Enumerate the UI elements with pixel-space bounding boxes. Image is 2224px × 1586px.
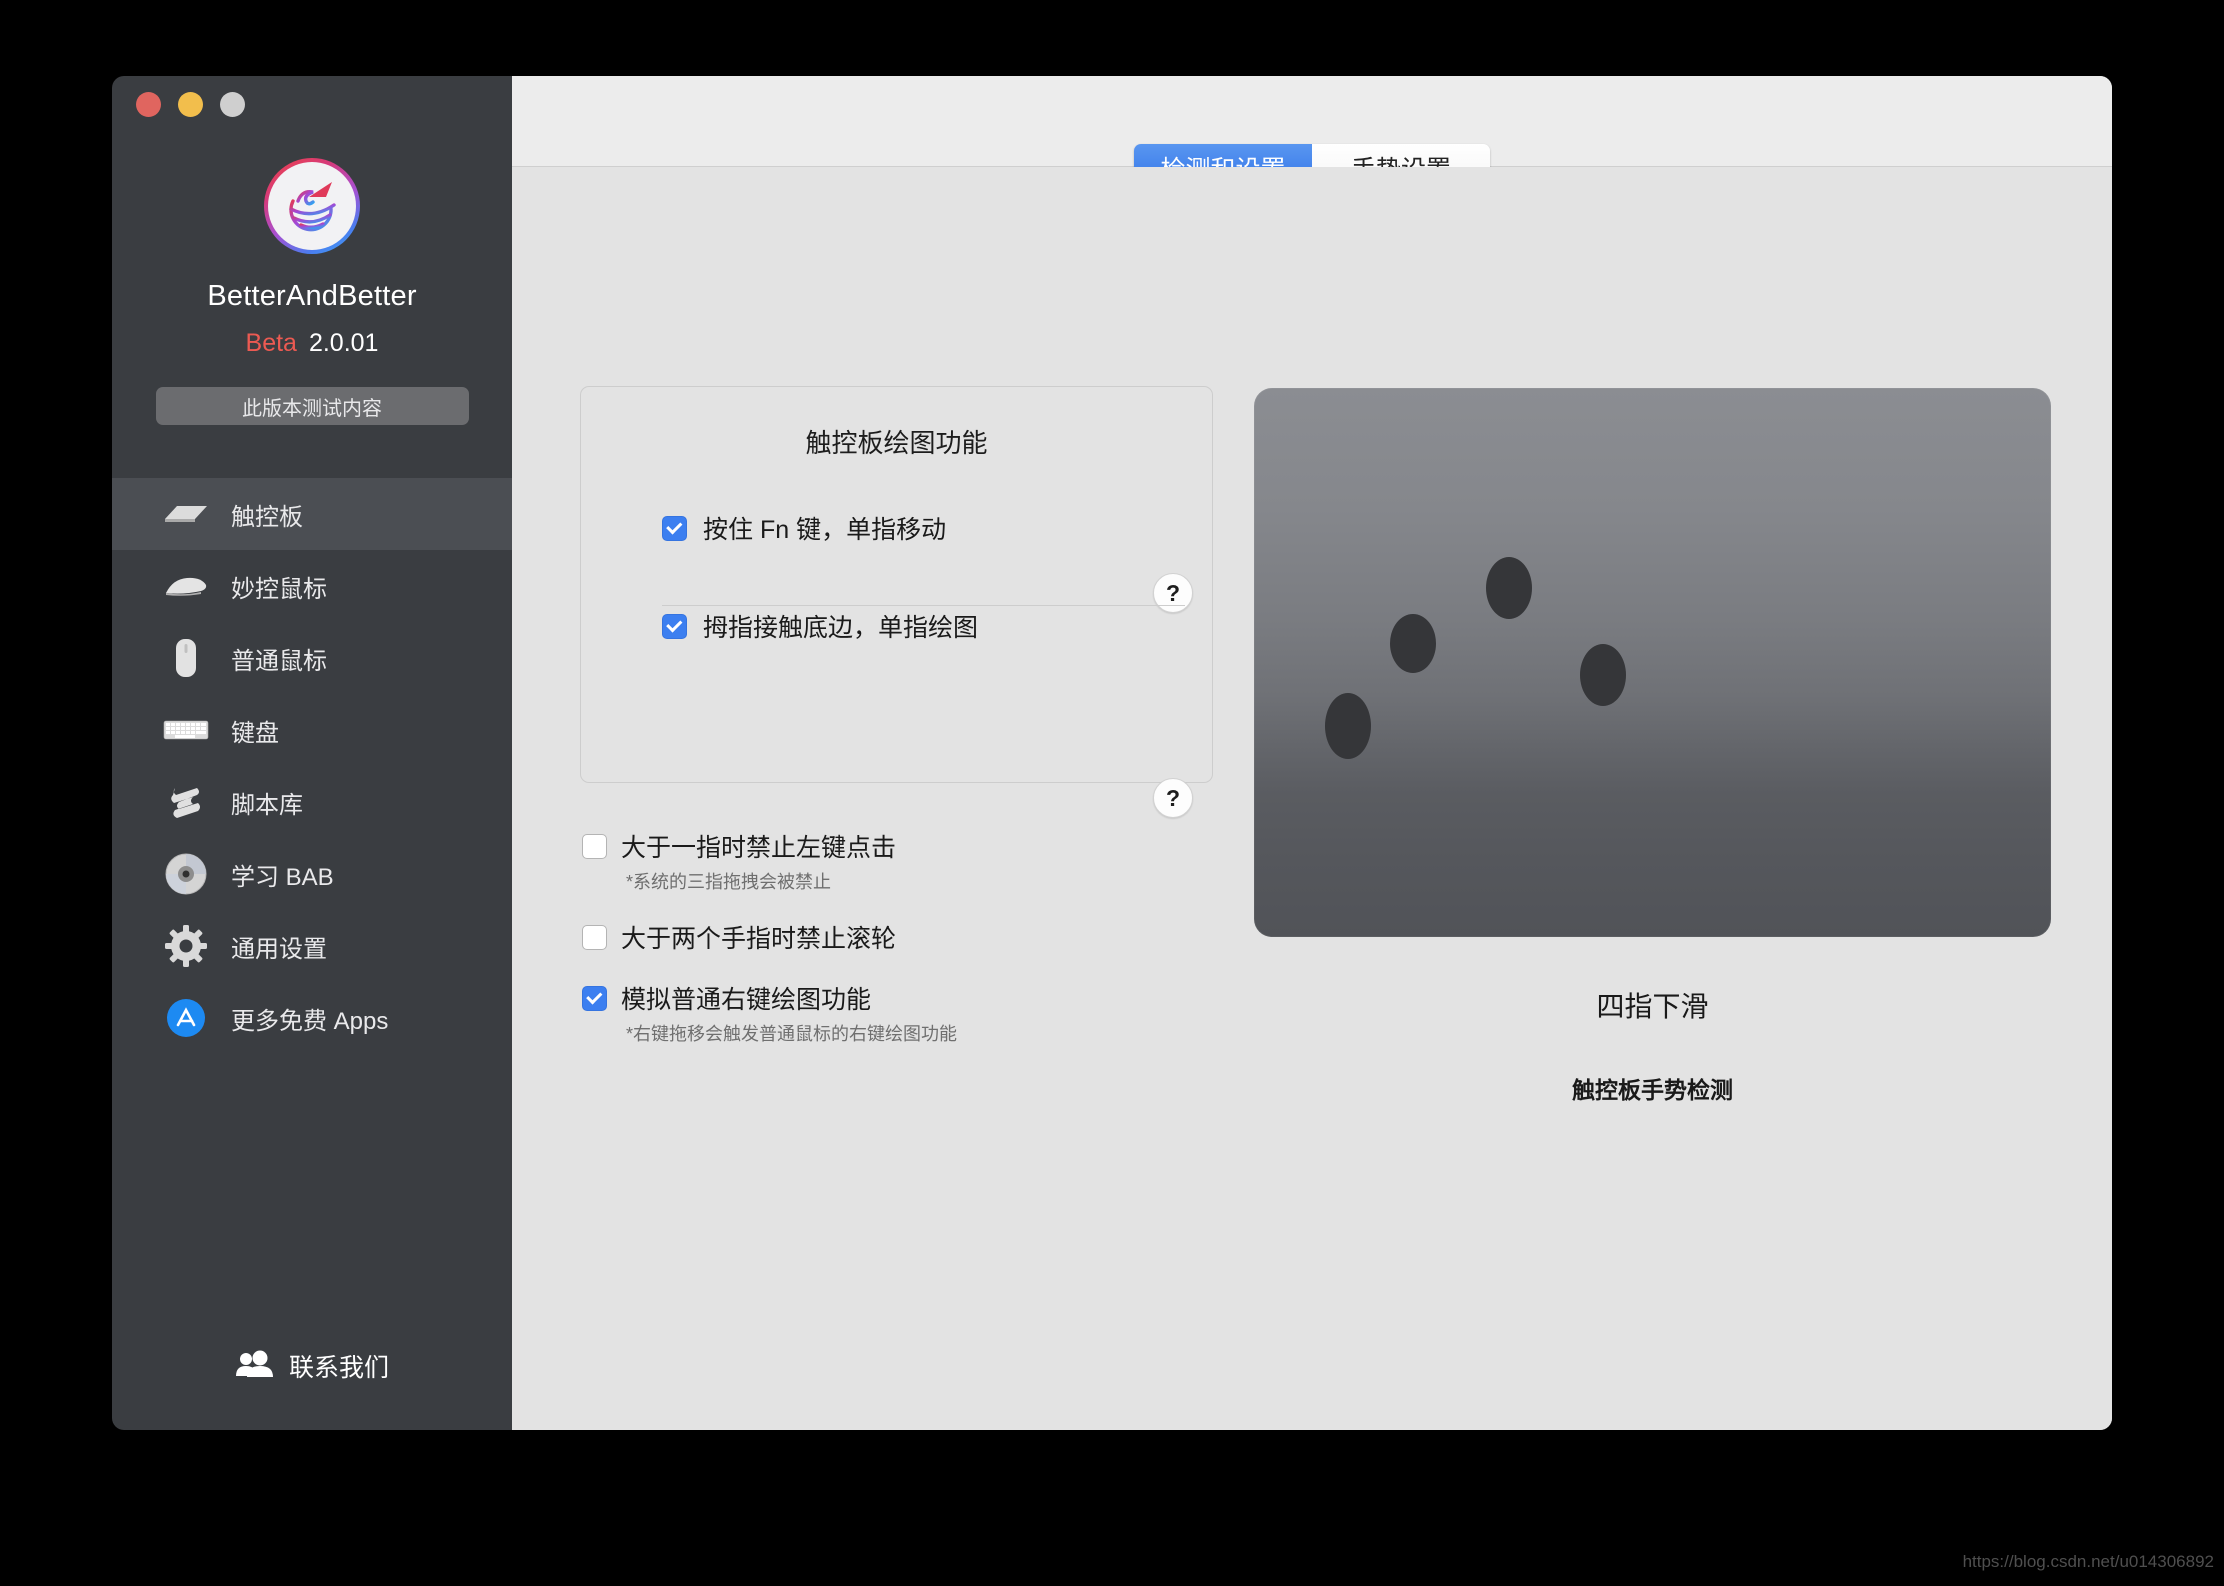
draw-option-row: 按住 Fn 键，单指移动: [581, 510, 1212, 546]
draw-option-fn-move[interactable]: 按住 Fn 键，单指移动: [662, 510, 1176, 546]
version-row: Beta 2.0.01: [246, 329, 379, 358]
option-label: 大于一指时禁止左键点击: [621, 834, 897, 862]
close-button[interactable]: [136, 92, 161, 117]
option-group: 大于两个手指时禁止滚轮: [582, 919, 1302, 955]
option-disable-scroll[interactable]: 大于两个手指时禁止滚轮: [582, 919, 1302, 955]
sidebar: BetterAndBetter Beta 2.0.01 此版本测试内容 触控板: [112, 76, 512, 1430]
minimize-button[interactable]: [178, 92, 203, 117]
app-window: BetterAndBetter Beta 2.0.01 此版本测试内容 触控板: [112, 76, 2112, 1430]
sidebar-item-script-library[interactable]: 脚本库: [112, 766, 512, 838]
sidebar-item-label: 普通鼠标: [231, 647, 327, 675]
checkbox-disable-left-click[interactable]: [582, 833, 607, 859]
trackpad-draw-panel: 触控板绘图功能 按住 Fn 键，单指移动 ? 拇指接触底边，单指绘图 ?: [580, 386, 1213, 818]
sidebar-item-label: 妙控鼠标: [231, 575, 327, 603]
sidebar-item-label: 通用设置: [231, 935, 327, 963]
zoom-button[interactable]: [220, 92, 245, 117]
help-icon-thumb-edge[interactable]: ?: [1153, 778, 1193, 818]
sidebar-item-keyboard[interactable]: 键盘: [112, 694, 512, 766]
gesture-name: 四指下滑: [1596, 991, 1709, 1022]
trackpad-surface[interactable]: [1254, 388, 2051, 937]
brand-block: BetterAndBetter Beta 2.0.01 此版本测试内容: [112, 76, 512, 425]
touch-point: [1325, 693, 1371, 759]
touch-point: [1486, 557, 1532, 619]
contact-us-button[interactable]: 联系我们: [112, 1348, 512, 1430]
sidebar-item-label: 学习 BAB: [231, 863, 334, 891]
main-content: 检测和设置 手势设置 触控板绘图功能 按住 Fn 键，单指移动 ?: [512, 76, 2112, 1430]
sidebar-item-magic-mouse[interactable]: 妙控鼠标: [112, 550, 512, 622]
option-simulate-right-draw[interactable]: 模拟普通右键绘图功能: [582, 980, 1302, 1016]
gear-icon: [162, 922, 210, 970]
script-icon: [162, 778, 210, 826]
keyboard-icon: [162, 706, 210, 754]
option-note: *右键拖移会触发普通鼠标的右键绘图功能: [626, 1024, 958, 1044]
option-note: *系统的三指拖拽会被禁止: [626, 872, 832, 892]
beta-tag: Beta: [245, 329, 297, 357]
sidebar-item-label: 更多免费 Apps: [231, 1007, 389, 1035]
toolbar: 检测和设置 手势设置: [512, 76, 2112, 192]
mouse-icon: [162, 634, 210, 682]
sidebar-item-label: 键盘: [231, 719, 279, 747]
option-label: 模拟普通右键绘图功能: [621, 986, 872, 1014]
trackpad-preview: 四指下滑 触控板手势检测: [1254, 388, 2051, 1105]
option-group: 模拟普通右键绘图功能 *右键拖移会触发普通鼠标的右键绘图功能: [582, 980, 1302, 1046]
version-number: 2.0.01: [308, 329, 379, 357]
help-icon-fn-move[interactable]: ?: [1153, 573, 1193, 613]
app-store-icon: [162, 994, 210, 1042]
gesture-detection-caption: 触控板手势检测: [1572, 1077, 1733, 1103]
sidebar-item-more-apps[interactable]: 更多免费 Apps: [112, 982, 512, 1054]
sidebar-item-label: 脚本库: [231, 791, 303, 819]
settings-content: 触控板绘图功能 按住 Fn 键，单指移动 ? 拇指接触底边，单指绘图 ? 大于一…: [512, 167, 2112, 1430]
draw-option-label: 按住 Fn 键，单指移动: [703, 516, 947, 544]
draw-option-label: 拇指接触底边，单指绘图: [703, 614, 979, 642]
contact-us-label: 联系我们: [288, 1354, 389, 1382]
panel-divider: [662, 605, 1185, 606]
option-group: 大于一指时禁止左键点击 *系统的三指拖拽会被禁止: [582, 828, 1302, 894]
magic-mouse-icon: [162, 562, 210, 610]
option-disable-left-click[interactable]: 大于一指时禁止左键点击: [582, 828, 1302, 864]
extra-options-list: 大于一指时禁止左键点击 *系统的三指拖拽会被禁止 大于两个手指时禁止滚轮 模拟普…: [582, 828, 1302, 1046]
checkbox-thumb-edge[interactable]: [662, 613, 687, 639]
traffic-lights: [136, 92, 245, 117]
sidebar-nav: 触控板 妙控鼠标 普通鼠标 键盘 脚本库 学习 BAB 通用设置 更多免费 Ap…: [112, 478, 512, 1054]
sidebar-item-mouse[interactable]: 普通鼠标: [112, 622, 512, 694]
checkbox-simulate-right-draw[interactable]: [582, 985, 607, 1011]
touch-point: [1390, 614, 1436, 673]
sidebar-item-general-settings[interactable]: 通用设置: [112, 910, 512, 982]
people-icon: [235, 1350, 273, 1383]
sidebar-item-learn-bab[interactable]: 学习 BAB: [112, 838, 512, 910]
checkbox-disable-scroll[interactable]: [582, 924, 607, 950]
app-logo-icon: [264, 158, 360, 254]
draw-option-row: 拇指接触底边，单指绘图: [581, 608, 1212, 644]
sidebar-item-trackpad[interactable]: 触控板: [112, 478, 512, 550]
panel-title: 触控板绘图功能: [805, 428, 988, 458]
watermark: https://blog.csdn.net/u014306892: [1962, 1552, 2214, 1571]
touch-point: [1580, 644, 1626, 706]
app-name: BetterAndBetter: [207, 280, 417, 312]
beta-notes-button[interactable]: 此版本测试内容: [155, 387, 469, 425]
disc-icon: [162, 850, 210, 898]
trackpad-icon: [162, 490, 210, 538]
option-label: 大于两个手指时禁止滚轮: [621, 925, 897, 953]
draw-option-thumb-edge[interactable]: 拇指接触底边，单指绘图: [662, 608, 1176, 644]
checkbox-fn-move[interactable]: [662, 515, 687, 541]
sidebar-item-label: 触控板: [231, 503, 303, 531]
